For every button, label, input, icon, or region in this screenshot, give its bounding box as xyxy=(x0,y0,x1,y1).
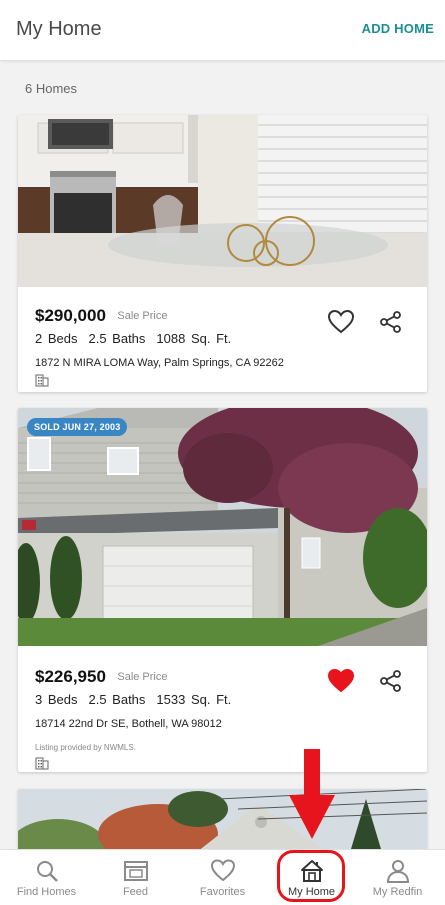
listing-price: $290,000 xyxy=(35,306,106,325)
annotation-arrow xyxy=(289,749,335,839)
nav-feed[interactable]: Feed xyxy=(91,850,180,905)
beds: 3 Beds xyxy=(35,692,78,707)
heart-icon xyxy=(210,859,235,882)
listing-provider-note: Listing provided by NWMLS. xyxy=(35,743,136,752)
listing-price: $226,950 xyxy=(35,667,106,686)
listing-info: $290,000 Sale Price 2 Beds 2.5 Baths 1088 … xyxy=(35,306,415,392)
listing-specs: 3 Beds 2.5 Baths 1533 Sq. Ft. xyxy=(35,692,415,707)
person-icon xyxy=(386,860,409,883)
favorite-heart-icon[interactable] xyxy=(327,309,355,335)
listing-address: 1872 N MIRA LOMA Way, Palm Springs, CA 9… xyxy=(35,357,284,369)
home-card[interactable]: $290,000 Sale Price 2 Beds 2.5 Baths 1088 … xyxy=(18,115,427,392)
baths: 2.5 Baths xyxy=(88,692,146,707)
nav-find-homes[interactable]: Find Homes xyxy=(2,850,91,905)
share-icon[interactable] xyxy=(380,670,402,692)
nav-label: Feed xyxy=(122,886,149,898)
building-icon xyxy=(35,757,49,770)
baths: 2.5 Baths xyxy=(88,331,146,346)
home-count: 6 Homes xyxy=(25,81,78,96)
beds: 2 Beds xyxy=(35,331,78,346)
page-title: My Home xyxy=(16,18,102,40)
nav-my-redfin[interactable]: My Redfin xyxy=(353,850,442,905)
price-label: Sale Price xyxy=(117,671,168,683)
nav-label: Find Homes xyxy=(16,886,77,898)
nav-label: My Redfin xyxy=(372,886,423,898)
annotation-highlight-ring xyxy=(277,850,345,902)
home-photo[interactable]: SOLD JUN 27, 2003 xyxy=(18,408,427,646)
favorite-heart-icon[interactable] xyxy=(327,668,355,694)
listing-info: $226,950 Sale Price 3 Beds 2.5 Baths 1533 … xyxy=(35,667,415,772)
home-card[interactable]: SOLD JUN 27, 2003 $226,950 Sale Price 3 … xyxy=(18,408,427,772)
price-label: Sale Price xyxy=(117,310,168,322)
listing-specs: 2 Beds 2.5 Baths 1088 Sq. Ft. xyxy=(35,331,415,346)
top-app-bar: My Home ADD HOME xyxy=(0,0,445,60)
add-home-button[interactable]: ADD HOME xyxy=(362,21,434,36)
nav-favorites[interactable]: Favorites xyxy=(178,850,267,905)
sqft: 1088 Sq. Ft. xyxy=(156,331,232,346)
feed-icon xyxy=(123,861,148,881)
home-photo[interactable] xyxy=(18,115,427,287)
sqft: 1533 Sq. Ft. xyxy=(156,692,232,707)
nav-label: Favorites xyxy=(199,886,246,898)
building-icon xyxy=(35,374,49,387)
share-icon[interactable] xyxy=(380,311,402,333)
sold-date-badge: SOLD JUN 27, 2003 xyxy=(27,418,128,436)
bottom-navigation: Find Homes Feed Favorites My Home My Red… xyxy=(0,849,445,905)
listing-address: 18714 22nd Dr SE, Bothell, WA 98012 xyxy=(35,718,222,730)
search-icon xyxy=(36,861,58,882)
